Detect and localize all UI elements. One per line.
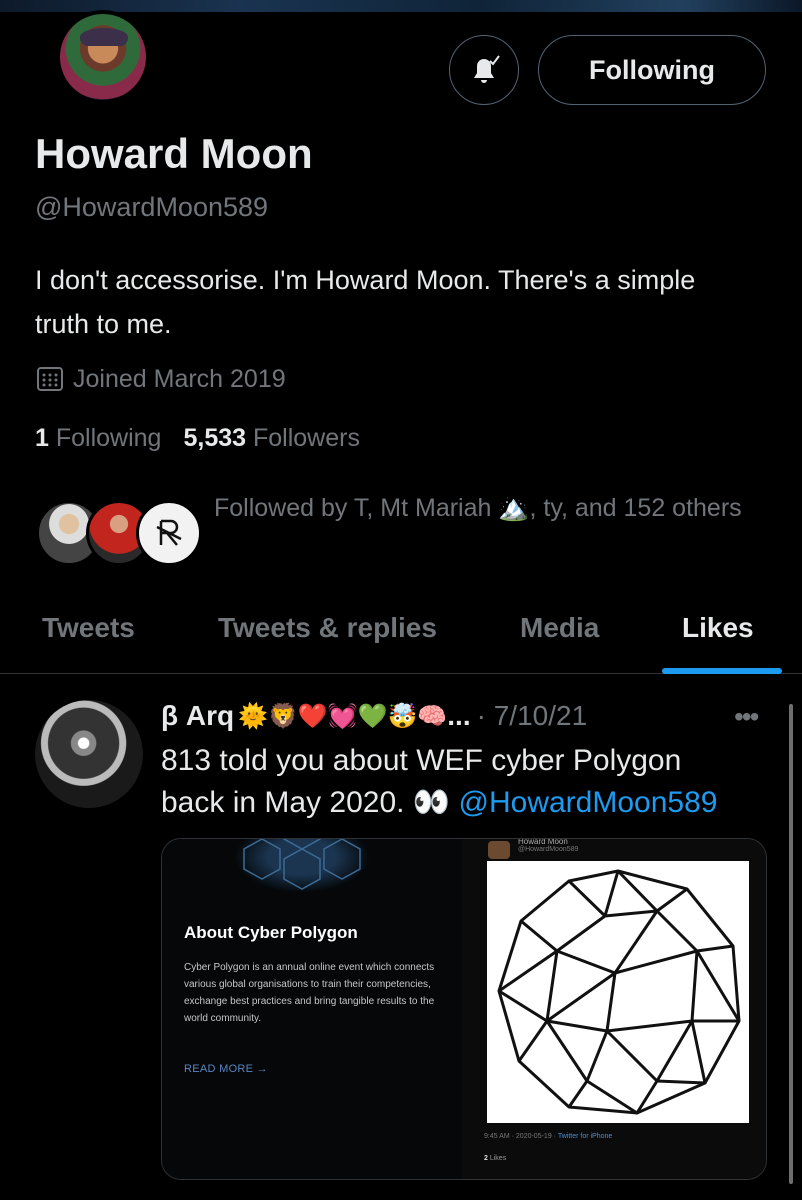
name-ellipsis: ... <box>447 700 471 731</box>
tweet-text-line: back in May 2020. 👀 <box>161 786 451 819</box>
embedded-source: Twitter for iPhone <box>557 1133 613 1140</box>
followers-count: 5,533 <box>183 424 247 452</box>
media-description: Cyber Polygon is an annual online event … <box>184 962 435 1024</box>
followers-label: Followers <box>252 424 360 452</box>
more-horizontal-icon[interactable]: ••• <box>734 701 759 733</box>
followers-stat[interactable]: 5,533 Followers <box>183 424 360 453</box>
scrollbar[interactable] <box>789 704 793 1184</box>
read-more-link[interactable]: READ MORE → <box>184 1063 268 1075</box>
following-label: Following <box>55 424 162 452</box>
embedded-likes: 2 Likes <box>484 1155 506 1162</box>
embedded-likes-count: 2 <box>484 1155 488 1162</box>
embedded-timestamp: 9:45 AM · 2020-05-19 · <box>484 1133 558 1140</box>
profile-banner[interactable] <box>0 0 802 12</box>
embedded-meta: 9:45 AM · 2020-05-19 · Twitter for iPhon… <box>484 1133 612 1140</box>
profile-name: Howard Moon <box>35 130 313 177</box>
joined-date: Joined March 2019 <box>35 364 286 394</box>
hexagon-graphic <box>222 839 382 899</box>
logo-icon <box>156 519 182 546</box>
tab-media[interactable]: Media <box>520 612 599 644</box>
embedded-likes-label: Likes <box>489 1155 507 1162</box>
embedded-handle: @HowardMoon589 <box>518 846 579 853</box>
following-count: 1 <box>35 424 49 452</box>
following-button[interactable]: Following <box>538 35 766 105</box>
tweet-date[interactable]: · 7/10/21 <box>477 700 588 732</box>
tweet-author-name[interactable]: β Arq <box>161 700 234 732</box>
tweet-media[interactable]: About Cyber Polygon Cyber Polygon is an … <box>161 838 767 1180</box>
active-tab-indicator <box>662 668 782 674</box>
calendar-icon <box>37 367 63 391</box>
tweet-text: 813 told you about WEF cyber Polygon bac… <box>161 740 781 824</box>
followed-by-text[interactable]: Followed by T, Mt Mariah 🏔️, ty, and 152… <box>214 488 774 529</box>
media-title: About Cyber Polygon <box>184 923 358 942</box>
tweet-author-avatar[interactable] <box>35 700 143 808</box>
geodesic-sphere-image <box>487 861 749 1123</box>
bell-check-icon <box>474 55 500 83</box>
embedded-avatar <box>488 841 510 859</box>
tweet-mention-link[interactable]: @HowardMoon589 <box>459 786 718 819</box>
mutual-followers-avatars[interactable] <box>36 500 202 566</box>
tab-tweets[interactable]: Tweets <box>42 612 135 644</box>
profile-avatar[interactable] <box>56 10 150 104</box>
author-name-emojis: 🌞🦁❤️💓💚🤯🧠 <box>238 702 448 730</box>
joined-text: Joined March 2019 <box>73 364 286 393</box>
tab-tweets-replies[interactable]: Tweets & replies <box>218 612 437 644</box>
profile-tabs: Tweets Tweets & replies Media Likes <box>0 600 802 674</box>
profile-handle: @HowardMoon589 <box>35 192 269 222</box>
profile-stats: 1 Following 5,533 Followers <box>35 424 360 453</box>
tweet-text-line: 813 told you about WEF cyber Polygon <box>161 744 682 777</box>
embedded-name: Howard Moon <box>518 838 568 846</box>
mutual-follower-avatar <box>136 500 202 566</box>
tab-likes[interactable]: Likes <box>682 612 754 644</box>
media-image-cyber-polygon[interactable]: About Cyber Polygon Cyber Polygon is an … <box>162 839 462 1179</box>
following-stat[interactable]: 1 Following <box>35 424 161 453</box>
tweet-header: β Arq 🌞🦁❤️💓💚🤯🧠 ... · 7/10/21 <box>161 700 781 732</box>
notifications-button[interactable] <box>449 35 519 105</box>
profile-bio: I don't accessorise. I'm Howard Moon. Th… <box>35 265 696 339</box>
media-image-tweet-screenshot[interactable]: Howard Moon @HowardMoon589 9:45 AM · 202… <box>462 838 766 1179</box>
